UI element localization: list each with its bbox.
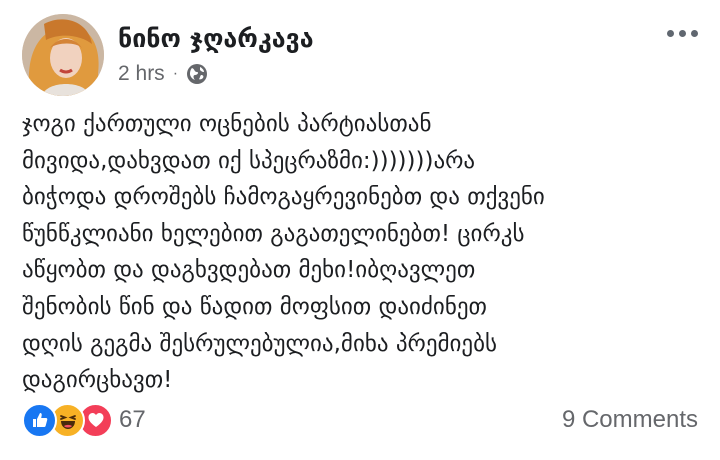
globe-icon[interactable]	[186, 63, 208, 85]
reaction-count[interactable]: 67	[119, 406, 146, 434]
post-text-line: ჯოგი ქართული ოცნების პარტიასთან	[22, 111, 432, 137]
post-text-line: მივიდა,დახვდათ იქ სპეცრაზმი:)))))))არა	[22, 147, 476, 174]
meta-separator: ·	[172, 65, 179, 82]
post-text-line: დღის გეგმა შესრულებულია,მიხა პრემიებს	[22, 330, 498, 357]
post-footer: 67 9 Comments	[22, 400, 698, 440]
avatar[interactable]	[22, 14, 104, 96]
post-text: ჯოგი ქართული ოცნების პარტიასთან მივიდა,დ…	[22, 106, 712, 399]
post-text-line: შენობის წინ და წადით მოფსით დაიძინეთ	[22, 293, 487, 320]
post-text-line: აწყობთ და დაგხვდებათ მეხი!იბღავლეთ	[22, 257, 476, 284]
post-text-line: წუნწკლიანი ხელებით გაგათელინებთ! ცირკს	[22, 220, 525, 247]
post-text-line: დაგირცხავთ!	[22, 367, 173, 394]
comments-link[interactable]: 9 Comments	[562, 406, 698, 434]
reactions-summary[interactable]: 67	[22, 402, 146, 438]
post-text-line: ბიჭოდა დროშებს ჩამოგაყრევინებთ და თქვენი	[22, 184, 545, 211]
more-options-icon[interactable]	[667, 30, 698, 37]
like-icon	[22, 402, 57, 438]
post-meta: 2 hrs ·	[118, 62, 208, 86]
post-time[interactable]: 2 hrs	[118, 62, 165, 86]
author-name[interactable]: ნინო ჯღარკავა	[118, 24, 314, 53]
